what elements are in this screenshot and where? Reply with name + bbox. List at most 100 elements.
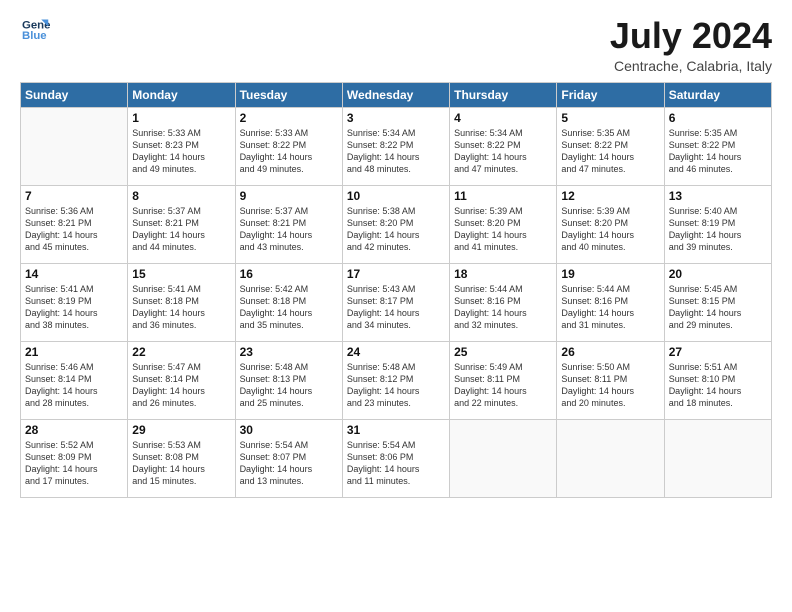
day-number: 7 [25,189,123,203]
week-row-2: 14 Sunrise: 5:41 AMSunset: 8:19 PMDayligh… [21,263,772,341]
day-info: Sunrise: 5:40 AMSunset: 8:19 PMDaylight:… [669,205,767,254]
day-info: Sunrise: 5:36 AMSunset: 8:21 PMDaylight:… [25,205,123,254]
day-info: Sunrise: 5:44 AMSunset: 8:16 PMDaylight:… [454,283,552,332]
calendar-cell: 8Sunrise: 5:37 AMSunset: 8:21 PMDaylight… [128,185,235,263]
th-sunday: Sunday [21,82,128,107]
day-number: 12 [561,189,659,203]
day-number: 6 [669,111,767,125]
calendar-cell: 10 Sunrise: 5:38 AMSunset: 8:20 PMDayligh… [342,185,449,263]
day-number: 9 [240,189,338,203]
day-number: 17 [347,267,445,281]
calendar-cell: 17 Sunrise: 5:43 AMSunset: 8:17 PMDayligh… [342,263,449,341]
day-info: Sunrise: 5:35 AMSunset: 8:22 PMDaylight:… [561,127,659,176]
calendar-cell: 27 Sunrise: 5:51 AMSunset: 8:10 PMDayligh… [664,341,771,419]
day-info: Sunrise: 5:47 AMSunset: 8:14 PMDaylight:… [132,361,230,410]
header: General Blue July 2024 Centrache, Calabr… [20,16,772,74]
month-title: July 2024 [610,16,772,56]
subtitle: Centrache, Calabria, Italy [610,58,772,74]
day-number: 27 [669,345,767,359]
calendar-cell: 6 Sunrise: 5:35 AMSunset: 8:22 PMDaylight… [664,107,771,185]
day-info: Sunrise: 5:50 AMSunset: 8:11 PMDaylight:… [561,361,659,410]
title-block: July 2024 Centrache, Calabria, Italy [610,16,772,74]
calendar-cell: 22Sunrise: 5:47 AMSunset: 8:14 PMDayligh… [128,341,235,419]
day-info: Sunrise: 5:38 AMSunset: 8:20 PMDaylight:… [347,205,445,254]
day-number: 20 [669,267,767,281]
calendar-body: 1 Sunrise: 5:33 AMSunset: 8:23 PMDaylight… [21,107,772,497]
calendar-cell [21,107,128,185]
day-number: 4 [454,111,552,125]
day-info: Sunrise: 5:39 AMSunset: 8:20 PMDaylight:… [454,205,552,254]
day-info: Sunrise: 5:35 AMSunset: 8:22 PMDaylight:… [669,127,767,176]
th-wednesday: Wednesday [342,82,449,107]
logo-icon: General Blue [22,16,50,44]
day-number: 1 [132,111,230,125]
day-info: Sunrise: 5:54 AMSunset: 8:07 PMDaylight:… [240,439,338,488]
day-number: 5 [561,111,659,125]
page: General Blue July 2024 Centrache, Calabr… [0,0,792,612]
calendar-cell: 28 Sunrise: 5:52 AMSunset: 8:09 PMDayligh… [21,419,128,497]
day-info: Sunrise: 5:34 AMSunset: 8:22 PMDaylight:… [454,127,552,176]
day-info: Sunrise: 5:33 AMSunset: 8:22 PMDaylight:… [240,127,338,176]
calendar-cell: 30 Sunrise: 5:54 AMSunset: 8:07 PMDayligh… [235,419,342,497]
day-number: 15 [132,267,230,281]
day-info: Sunrise: 5:51 AMSunset: 8:10 PMDaylight:… [669,361,767,410]
calendar-cell: 20 Sunrise: 5:45 AMSunset: 8:15 PMDayligh… [664,263,771,341]
week-row-1: 7 Sunrise: 5:36 AMSunset: 8:21 PMDaylight… [21,185,772,263]
day-number: 25 [454,345,552,359]
calendar-cell: 23Sunrise: 5:48 AMSunset: 8:13 PMDayligh… [235,341,342,419]
day-info: Sunrise: 5:42 AMSunset: 8:18 PMDaylight:… [240,283,338,332]
calendar-cell: 13 Sunrise: 5:40 AMSunset: 8:19 PMDayligh… [664,185,771,263]
calendar-cell: 15Sunrise: 5:41 AMSunset: 8:18 PMDayligh… [128,263,235,341]
day-info: Sunrise: 5:53 AMSunset: 8:08 PMDaylight:… [132,439,230,488]
calendar-cell: 12 Sunrise: 5:39 AMSunset: 8:20 PMDayligh… [557,185,664,263]
calendar-cell: 9Sunrise: 5:37 AMSunset: 8:21 PMDaylight… [235,185,342,263]
logo: General Blue [20,16,50,44]
day-number: 30 [240,423,338,437]
calendar-cell: 5 Sunrise: 5:35 AMSunset: 8:22 PMDaylight… [557,107,664,185]
calendar-cell: 26 Sunrise: 5:50 AMSunset: 8:11 PMDayligh… [557,341,664,419]
day-number: 26 [561,345,659,359]
day-info: Sunrise: 5:43 AMSunset: 8:17 PMDaylight:… [347,283,445,332]
day-info: Sunrise: 5:48 AMSunset: 8:12 PMDaylight:… [347,361,445,410]
day-info: Sunrise: 5:44 AMSunset: 8:16 PMDaylight:… [561,283,659,332]
calendar-cell [557,419,664,497]
day-number: 19 [561,267,659,281]
calendar-cell [664,419,771,497]
calendar-cell: 3Sunrise: 5:34 AMSunset: 8:22 PMDaylight… [342,107,449,185]
day-info: Sunrise: 5:52 AMSunset: 8:09 PMDaylight:… [25,439,123,488]
day-number: 28 [25,423,123,437]
th-tuesday: Tuesday [235,82,342,107]
th-friday: Friday [557,82,664,107]
calendar-cell: 19 Sunrise: 5:44 AMSunset: 8:16 PMDayligh… [557,263,664,341]
day-number: 23 [240,345,338,359]
day-info: Sunrise: 5:45 AMSunset: 8:15 PMDaylight:… [669,283,767,332]
calendar-cell: 21Sunrise: 5:46 AMSunset: 8:14 PMDayligh… [21,341,128,419]
calendar-cell: 11 Sunrise: 5:39 AMSunset: 8:20 PMDayligh… [450,185,557,263]
calendar-cell: 1 Sunrise: 5:33 AMSunset: 8:23 PMDaylight… [128,107,235,185]
day-info: Sunrise: 5:39 AMSunset: 8:20 PMDaylight:… [561,205,659,254]
day-number: 2 [240,111,338,125]
calendar-table: Sunday Monday Tuesday Wednesday Thursday… [20,82,772,498]
day-info: Sunrise: 5:49 AMSunset: 8:11 PMDaylight:… [454,361,552,410]
calendar-cell: 14 Sunrise: 5:41 AMSunset: 8:19 PMDayligh… [21,263,128,341]
week-row-3: 21Sunrise: 5:46 AMSunset: 8:14 PMDayligh… [21,341,772,419]
day-info: Sunrise: 5:54 AMSunset: 8:06 PMDaylight:… [347,439,445,488]
day-number: 8 [132,189,230,203]
calendar-cell: 7 Sunrise: 5:36 AMSunset: 8:21 PMDaylight… [21,185,128,263]
day-number: 11 [454,189,552,203]
calendar-cell: 2 Sunrise: 5:33 AMSunset: 8:22 PMDaylight… [235,107,342,185]
day-number: 13 [669,189,767,203]
day-info: Sunrise: 5:33 AMSunset: 8:23 PMDaylight:… [132,127,230,176]
calendar-cell: 4 Sunrise: 5:34 AMSunset: 8:22 PMDaylight… [450,107,557,185]
calendar-cell: 24Sunrise: 5:48 AMSunset: 8:12 PMDayligh… [342,341,449,419]
th-saturday: Saturday [664,82,771,107]
day-number: 10 [347,189,445,203]
th-monday: Monday [128,82,235,107]
calendar-cell: 29Sunrise: 5:53 AMSunset: 8:08 PMDayligh… [128,419,235,497]
day-number: 31 [347,423,445,437]
day-info: Sunrise: 5:34 AMSunset: 8:22 PMDaylight:… [347,127,445,176]
day-number: 16 [240,267,338,281]
day-info: Sunrise: 5:41 AMSunset: 8:19 PMDaylight:… [25,283,123,332]
week-row-4: 28 Sunrise: 5:52 AMSunset: 8:09 PMDayligh… [21,419,772,497]
day-number: 14 [25,267,123,281]
